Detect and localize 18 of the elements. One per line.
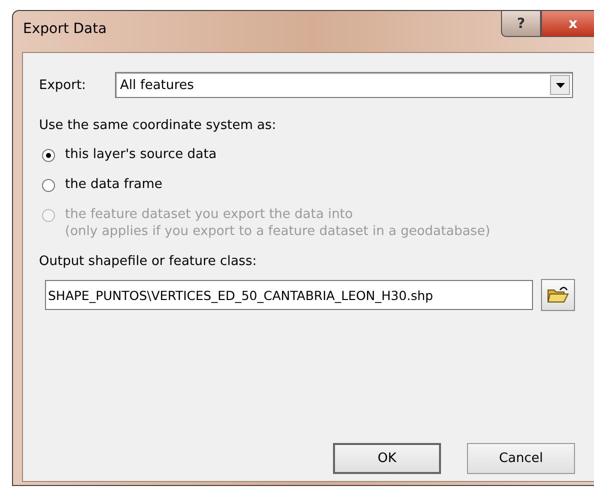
- option-note: (only applies if you export to a feature dataset in a geodatabase): [65, 223, 490, 240]
- export-label: Export:: [39, 78, 87, 92]
- option-label: this layer's source data: [65, 146, 217, 163]
- dialog-button[interactable]: OK: [333, 443, 441, 474]
- option-label: the feature dataset you export the data into: [65, 206, 354, 223]
- close-button[interactable]: x: [541, 11, 594, 37]
- folder-icon: [547, 286, 569, 304]
- output-label: Output shapefile or feature class:: [39, 254, 258, 269]
- output-path-field[interactable]: SHAPE_PUNTOS\VERTICES_ED_50_CANTABRIA_LEON_H30.shp: [45, 280, 533, 310]
- section-label: Use the same coordinate system as:: [39, 118, 278, 133]
- option-label: the data frame: [65, 176, 162, 193]
- window-title: Export Data: [23, 21, 107, 37]
- dialog-button[interactable]: Cancel: [467, 443, 575, 474]
- browse-button[interactable]: [541, 279, 575, 311]
- help-button[interactable]: ?: [501, 11, 541, 37]
- export-dropdown[interactable]: All features: [115, 72, 573, 98]
- radio-button[interactable]: [42, 149, 55, 162]
- radio-button[interactable]: [42, 179, 55, 192]
